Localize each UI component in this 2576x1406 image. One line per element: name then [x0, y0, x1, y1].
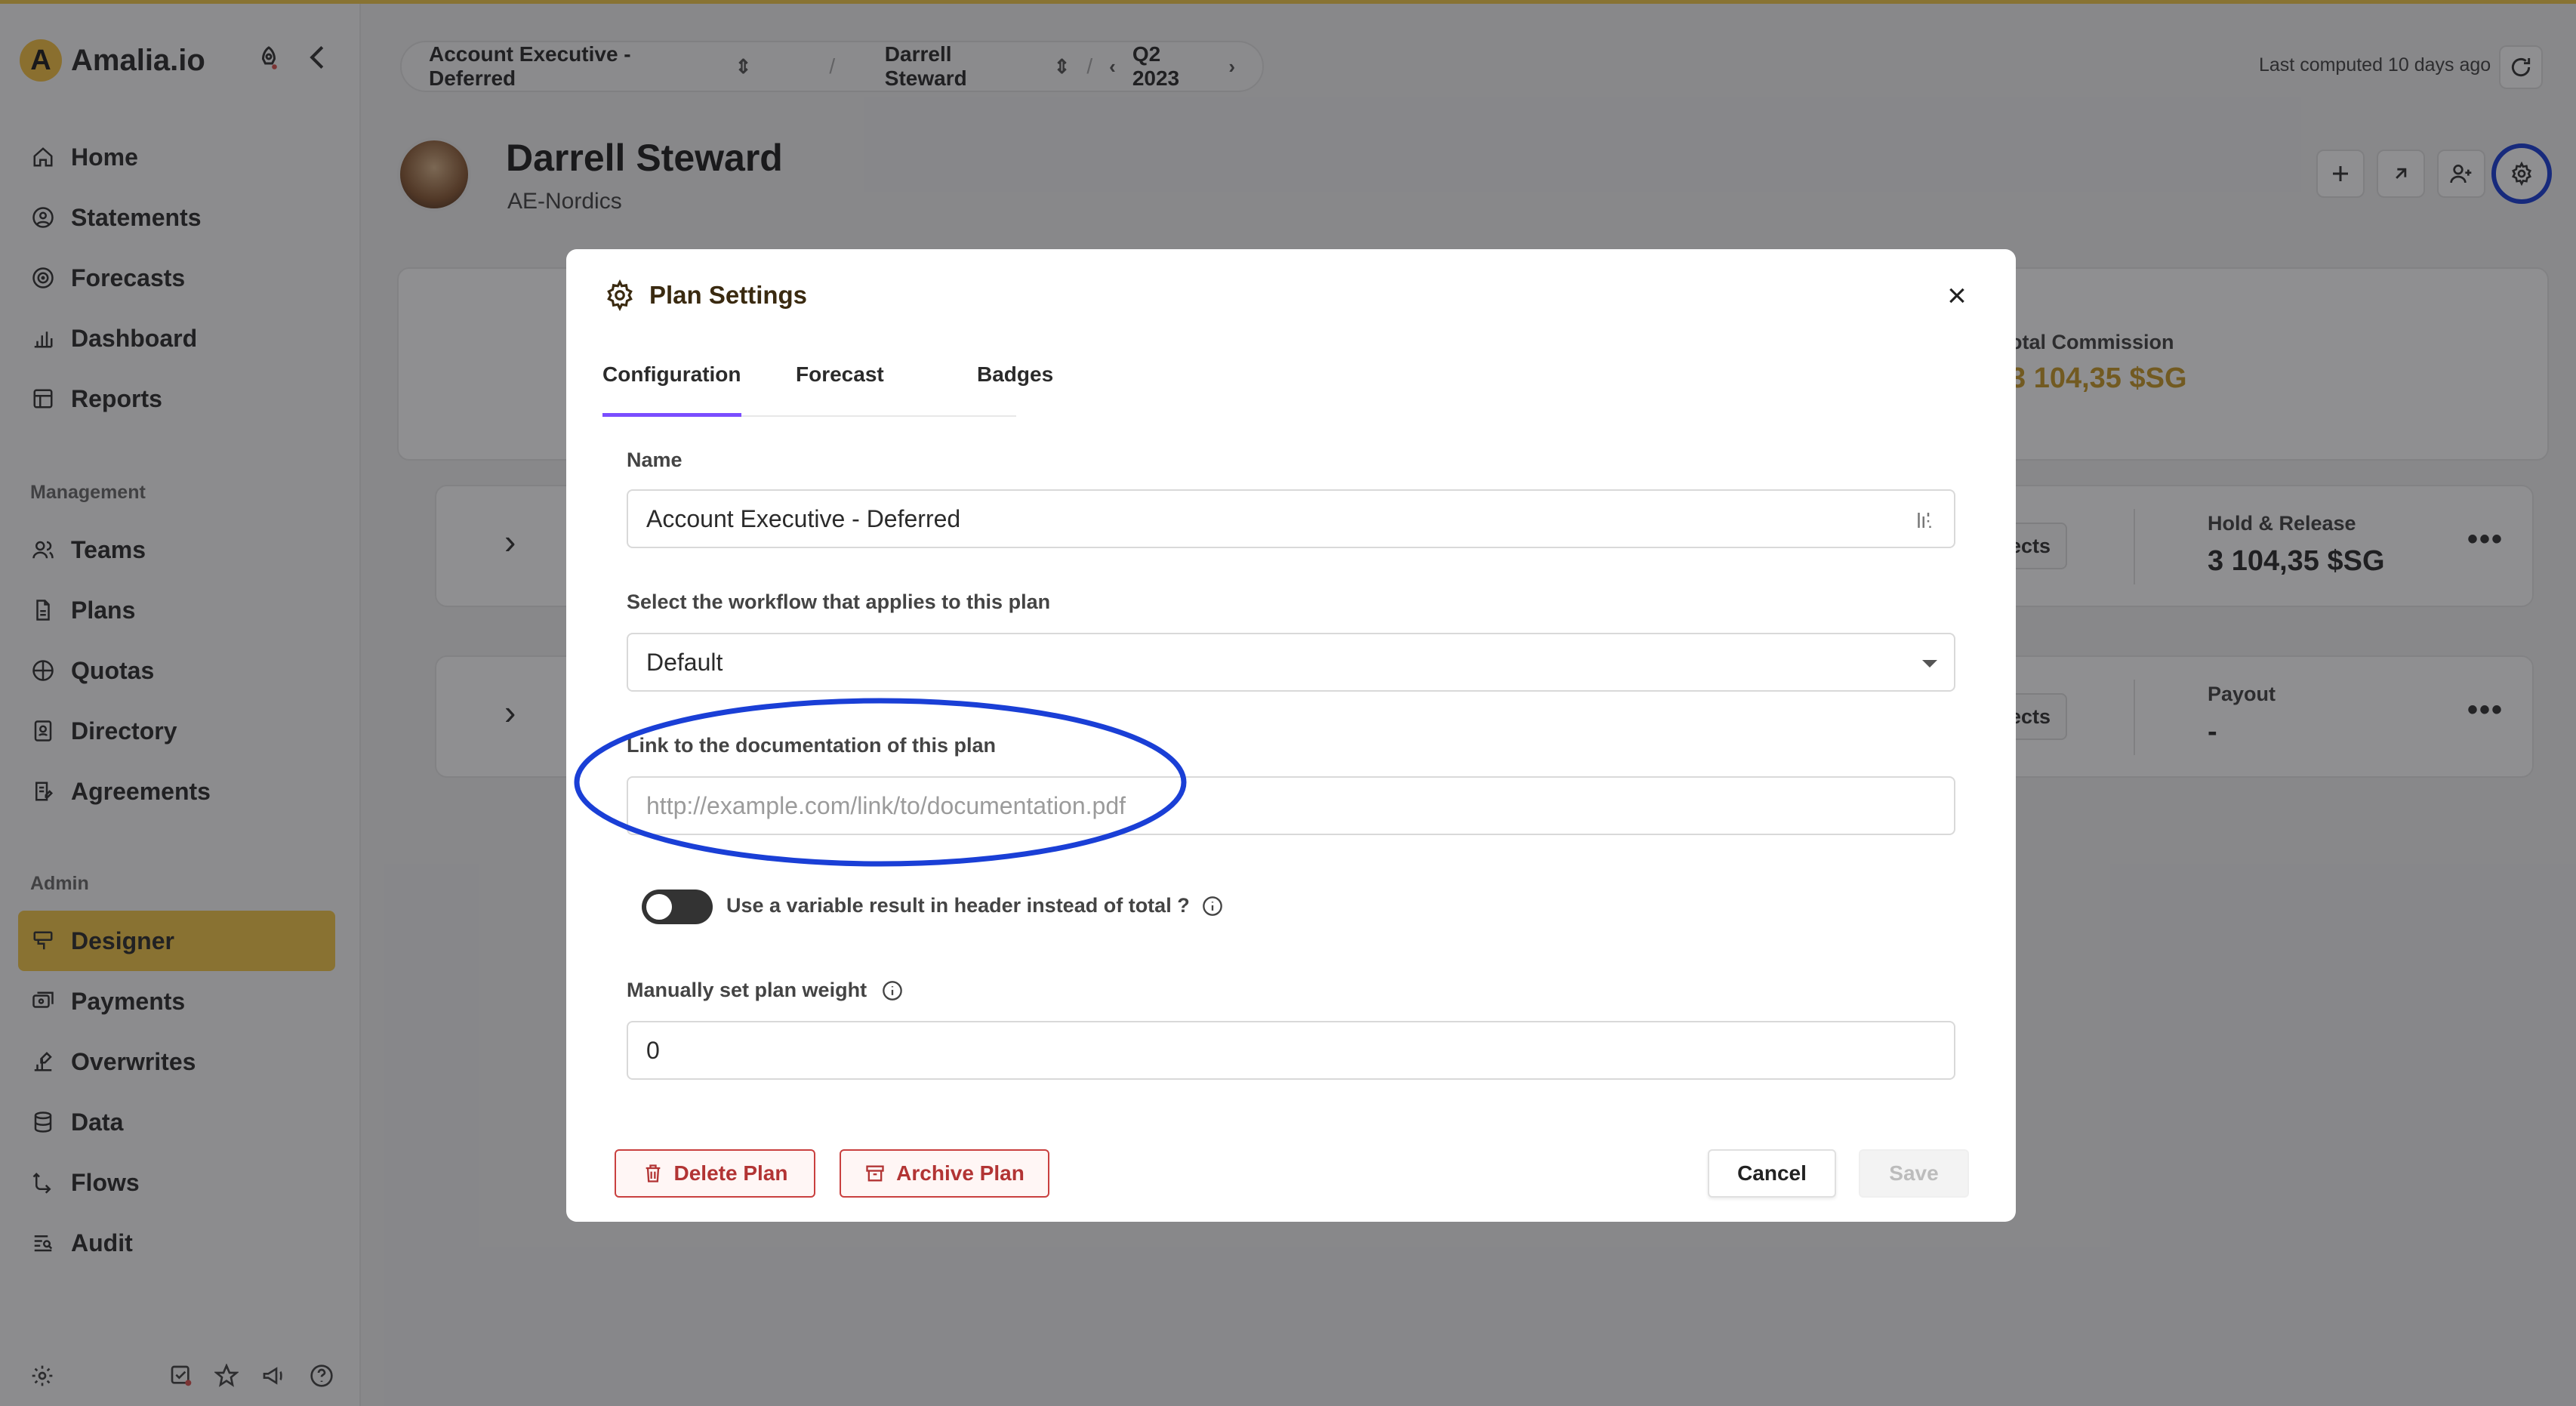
name-label: Name: [627, 449, 683, 471]
variable-header-toggle[interactable]: [642, 890, 713, 924]
archive-icon: [866, 1165, 884, 1182]
documentation-input[interactable]: http://example.com/link/to/documentation…: [627, 776, 1955, 835]
workflow-select[interactable]: Default: [627, 633, 1955, 692]
name-input[interactable]: Account Executive - Deferred: [627, 489, 1955, 548]
tab-configuration[interactable]: Configuration: [602, 362, 741, 417]
info-icon[interactable]: [1202, 896, 1223, 917]
trash-icon: [646, 1164, 660, 1182]
modal-title: Plan Settings: [649, 281, 808, 309]
save-button[interactable]: Save: [1859, 1149, 1969, 1198]
gear-icon: [607, 279, 633, 311]
delete-plan-label: Delete Plan: [673, 1161, 788, 1185]
info-icon[interactable]: [882, 980, 903, 1001]
workflow-value: Default: [646, 648, 723, 676]
tab-forecast[interactable]: Forecast: [796, 362, 884, 417]
modal-header: Plan Settings: [604, 279, 807, 311]
modal-tabs: Configuration Forecast Badges: [602, 362, 1053, 417]
plan-settings-modal: Plan Settings × Configuration Forecast B…: [566, 249, 2016, 1222]
archive-plan-label: Archive Plan: [896, 1161, 1025, 1185]
tab-badges[interactable]: Badges: [977, 362, 1053, 417]
documentation-placeholder: http://example.com/link/to/documentation…: [646, 791, 1126, 819]
archive-plan-button[interactable]: Archive Plan: [840, 1149, 1049, 1198]
delete-plan-button[interactable]: Delete Plan: [615, 1149, 815, 1198]
cancel-button[interactable]: Cancel: [1708, 1149, 1836, 1198]
weight-label: Manually set plan weight: [627, 979, 867, 1001]
weight-input[interactable]: 0: [627, 1021, 1955, 1080]
name-value: Account Executive - Deferred: [646, 504, 961, 532]
toggle-label: Use a variable result in header instead …: [726, 894, 1190, 917]
documentation-label: Link to the documentation of this plan: [627, 734, 996, 757]
weight-value: 0: [646, 1036, 660, 1064]
workflow-label: Select the workflow that applies to this…: [627, 590, 1051, 613]
close-icon[interactable]: ×: [1937, 276, 1977, 316]
caret-down-icon: [1922, 660, 1937, 668]
variable-icon[interactable]: [1913, 509, 1936, 532]
